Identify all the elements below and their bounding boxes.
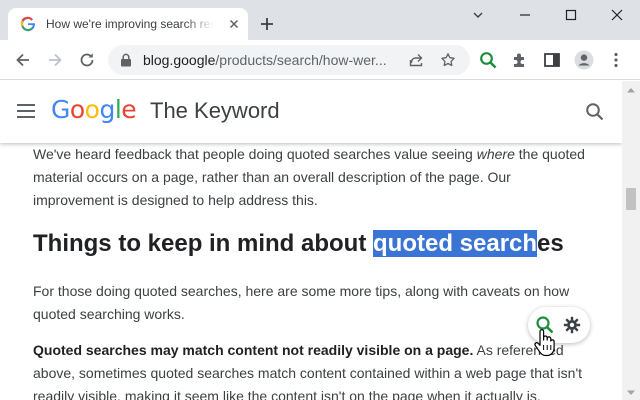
minimize-button[interactable]: [502, 0, 548, 30]
address-bar[interactable]: blog.google/products/search/how-wer...: [108, 45, 470, 75]
menu-kebab-icon[interactable]: [606, 50, 626, 70]
close-icon: [611, 9, 623, 21]
hand-cursor-icon: [534, 329, 555, 357]
lock-icon[interactable]: [120, 53, 132, 67]
web-page: Google The Keyword We've heard feedback …: [0, 81, 622, 400]
bold-lead-text: Quoted searches may match content not re…: [33, 342, 474, 358]
minimize-icon: [520, 14, 530, 16]
search-icon[interactable]: [585, 102, 605, 122]
gear-icon[interactable]: [563, 316, 581, 334]
tab-strip: How we're improving search results when …: [0, 0, 640, 40]
extensions-puzzle-icon[interactable]: [510, 50, 530, 70]
site-header: Google The Keyword: [0, 81, 622, 143]
selected-text[interactable]: quoted search: [373, 230, 538, 257]
bookmark-star-icon[interactable]: [440, 52, 456, 68]
url-path: /products/search/how-wer...: [215, 52, 387, 68]
browser-tab[interactable]: How we're improving search results when …: [8, 8, 248, 40]
maximize-button[interactable]: [548, 0, 594, 30]
scroll-up-arrow-icon[interactable]: [627, 87, 635, 93]
section-heading: Things to keep in mind about quoted sear…: [33, 230, 564, 258]
heading-text: es: [537, 230, 564, 257]
back-arrow-icon[interactable]: [13, 50, 33, 70]
share-icon[interactable]: [408, 52, 424, 68]
logo-letter: e: [121, 95, 137, 124]
logo-letter: o: [84, 95, 100, 124]
browser-toolbar: blog.google/products/search/how-wer...: [0, 40, 640, 80]
heading-text: Things to keep in mind about: [33, 230, 373, 257]
google-logo[interactable]: Google: [51, 95, 137, 124]
paragraph-text: We've heard feedback that people doing q…: [33, 146, 477, 162]
hamburger-menu-icon[interactable]: [16, 103, 36, 119]
paragraph-intro: We've heard feedback that people doing q…: [33, 143, 593, 212]
new-tab-icon[interactable]: [258, 15, 276, 33]
google-favicon-icon: [20, 16, 35, 32]
close-window-button[interactable]: [594, 0, 640, 30]
scroll-down-arrow-icon[interactable]: [627, 390, 635, 396]
url-domain: blog.google: [143, 52, 216, 68]
scrollbar-thumb[interactable]: [626, 188, 636, 210]
reload-icon[interactable]: [77, 50, 97, 70]
logo-letter: g: [99, 95, 115, 124]
profile-avatar-icon[interactable]: [574, 50, 594, 70]
paragraph-tips: For those doing quoted searches, here ar…: [33, 283, 570, 322]
url-text: blog.google/products/search/how-wer...: [143, 52, 403, 68]
vertical-scrollbar[interactable]: [622, 81, 640, 400]
site-name[interactable]: The Keyword: [150, 98, 280, 124]
logo-letter: o: [69, 95, 85, 124]
tab-search-button[interactable]: [455, 0, 501, 30]
emphasis-text: where: [476, 146, 515, 162]
maximize-icon: [565, 9, 577, 21]
tab-close-icon[interactable]: [226, 16, 242, 32]
tab-title: How we're improving search results when …: [46, 17, 214, 31]
side-panel-icon[interactable]: [542, 50, 562, 70]
chevron-down-icon: [473, 12, 483, 18]
forward-arrow-icon[interactable]: [45, 50, 65, 70]
logo-letter: G: [51, 95, 70, 124]
paragraph-caveat: Quoted searches may match content not re…: [33, 339, 593, 400]
search-extension-icon[interactable]: [478, 50, 498, 70]
